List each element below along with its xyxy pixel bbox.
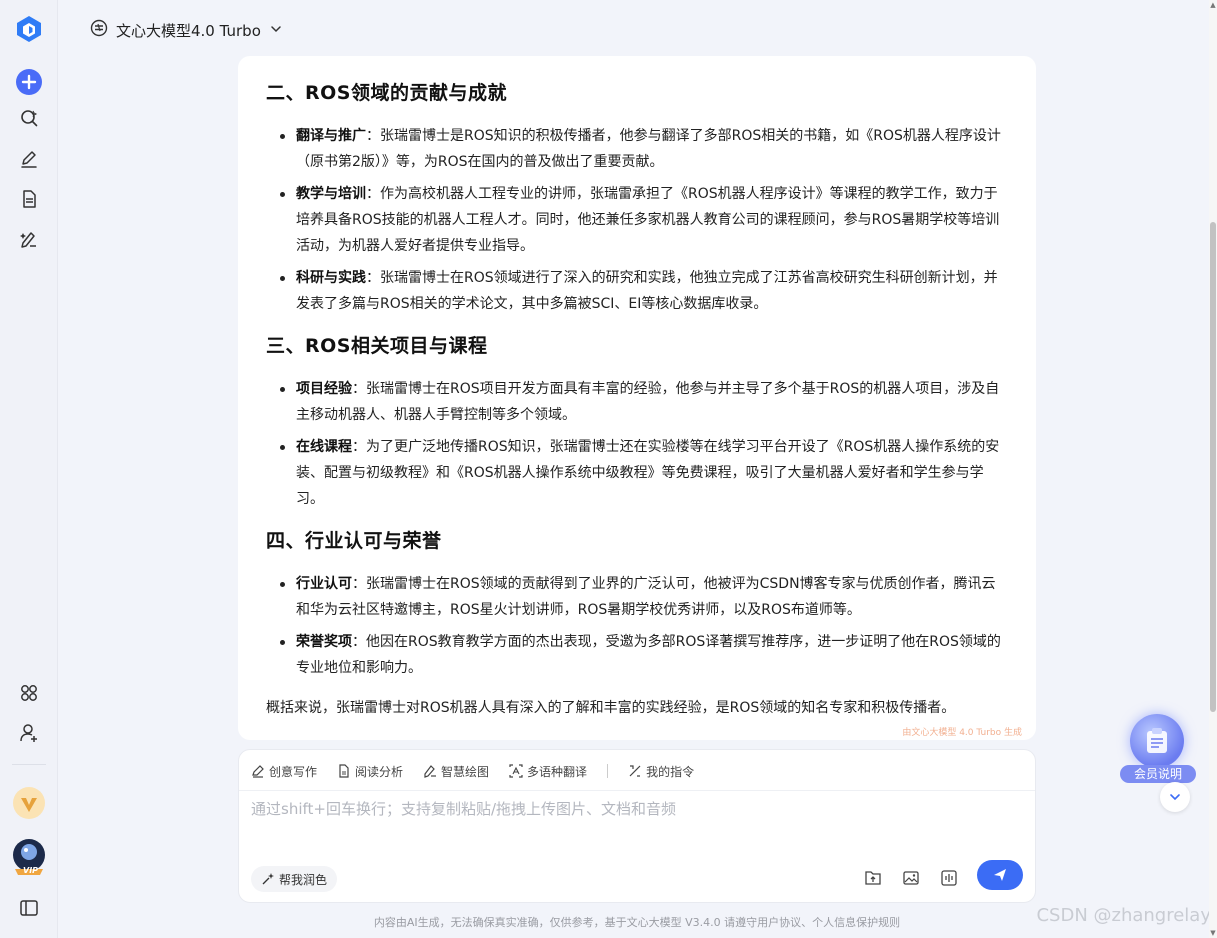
app-logo-icon[interactable] xyxy=(14,14,44,44)
translation-button[interactable]: 多语种翻译 xyxy=(509,763,587,780)
vip-icon[interactable] xyxy=(12,786,46,820)
add-user-icon[interactable] xyxy=(14,718,44,748)
section-recognition: 四、行业认可与荣誉 行业认可：张瑞雷博士在ROS领域的贡献得到了业界的广泛认可，… xyxy=(266,526,1008,681)
draw-icon[interactable] xyxy=(14,224,44,254)
left-rail: VIP xyxy=(0,0,58,938)
item-text: ：他因在ROS教育教学方面的杰出表现，受邀为多部ROS译著撰写推荐序，进一步证明… xyxy=(296,634,1001,676)
pen-icon xyxy=(252,765,264,778)
scroll-up-arrow[interactable]: ▲ xyxy=(1209,0,1217,10)
rail-divider xyxy=(12,764,46,765)
list-item: 在线课程：为了更广泛地传播ROS知识，张瑞雷博士还在实验楼等在线学习平台开设了《… xyxy=(266,434,1008,512)
member-info-widget[interactable]: 会员说明 xyxy=(1118,712,1198,784)
response-content: 二、ROS领域的贡献与成就 翻译与推广：张瑞雷博士是ROS知识的积极传播者，他参… xyxy=(238,56,1036,740)
model-name: 文心大模型4.0 Turbo xyxy=(116,21,261,40)
model-icon xyxy=(90,19,108,41)
sidebar-toggle-icon[interactable] xyxy=(14,893,44,923)
translate-icon xyxy=(509,764,523,778)
send-icon xyxy=(994,869,1006,881)
composer-toolbar: 创意写作 阅读分析 智慧绘图 多语种翻译 我的指令 xyxy=(251,760,694,782)
vip-badge: VIP xyxy=(23,866,39,875)
creative-writing-label: 创意写作 xyxy=(269,764,318,779)
scrollbar-thumb[interactable] xyxy=(1210,222,1216,712)
reading-analysis-label: 阅读分析 xyxy=(355,764,404,779)
translation-label: 多语种翻译 xyxy=(527,764,588,779)
section-heading: 二、ROS领域的贡献与成就 xyxy=(266,82,507,104)
document-icon[interactable] xyxy=(14,184,44,214)
item-term: 在线课程 xyxy=(296,439,352,455)
my-commands-button[interactable]: 我的指令 xyxy=(628,763,694,780)
list-item: 教学与培训：作为高校机器人工程专业的讲师，张瑞雷承担了《ROS机器人程序设计》等… xyxy=(266,181,1008,259)
list-item: 翻译与推广：张瑞雷博士是ROS知识的积极传播者，他参与翻译了多部ROS相关的书籍… xyxy=(266,123,1008,175)
list-item: 行业认可：张瑞雷博士在ROS领域的贡献得到了业界的广泛认可，他被评为CSDN博客… xyxy=(266,571,1008,623)
my-commands-label: 我的指令 xyxy=(646,764,695,779)
model-selector[interactable]: 文心大模型4.0 Turbo xyxy=(90,16,283,44)
avatar[interactable]: VIP xyxy=(10,838,48,876)
polish-label: 帮我润色 xyxy=(279,872,328,887)
scroll-down-arrow[interactable]: ▼ xyxy=(1209,928,1217,938)
generated-by-tag: 由文心大模型 4.0 Turbo 生成 xyxy=(902,728,1022,738)
item-term: 教学与培训 xyxy=(296,186,366,202)
item-term: 科研与实践 xyxy=(296,270,366,286)
document-icon xyxy=(339,764,349,778)
magic-wand-icon xyxy=(262,873,274,885)
reading-analysis-button[interactable]: 阅读分析 xyxy=(337,763,403,780)
item-text: ：张瑞雷博士在ROS领域进行了深入的研究和实践，他独立完成了江苏省高校研究生科研… xyxy=(296,270,998,312)
apps-icon[interactable] xyxy=(14,678,44,708)
item-text: ：为了更广泛地传播ROS知识，张瑞雷博士还在实验楼等在线学习平台开设了《ROS机… xyxy=(296,439,1000,507)
scroll-down-button[interactable] xyxy=(1160,782,1190,812)
search-icon[interactable] xyxy=(14,103,44,133)
watermark: CSDN @zhangrelay xyxy=(1036,905,1211,926)
image-icon[interactable] xyxy=(899,866,923,890)
list-item: 科研与实践：张瑞雷博士在ROS领域进行了深入的研究和实践，他独立完成了江苏省高校… xyxy=(266,265,1008,317)
polish-button[interactable]: 帮我润色 xyxy=(251,866,338,892)
send-button[interactable] xyxy=(977,860,1023,890)
clipboard-icon xyxy=(1130,714,1184,768)
section-projects: 三、ROS相关项目与课程 项目经验：张瑞雷博士在ROS项目开发方面具有丰富的经验… xyxy=(266,331,1008,512)
audio-icon[interactable] xyxy=(937,866,961,890)
chevron-down-icon xyxy=(1170,794,1180,801)
section-contributions: 二、ROS领域的贡献与成就 翻译与推广：张瑞雷博士是ROS知识的积极传播者，他参… xyxy=(266,78,1008,317)
chevron-down-icon xyxy=(269,21,283,40)
edit-icon[interactable] xyxy=(14,144,44,174)
summary-paragraph: 概括来说，张瑞雷博士对ROS机器人具有深入的了解和丰富的实践经验，是ROS领域的… xyxy=(266,700,956,716)
list-item: 项目经验：张瑞雷博士在ROS项目开发方面具有丰富的经验，他参与并主导了多个基于R… xyxy=(266,376,1008,428)
section-heading: 三、ROS相关项目与课程 xyxy=(266,335,488,357)
footer-disclaimer: 内容由AI生成，无法确保真实准确，仅供参考，基于文心大模型 V3.4.0 请遵守… xyxy=(373,916,901,929)
new-chat-icon[interactable] xyxy=(14,67,44,97)
draw-icon xyxy=(424,765,437,778)
item-text: ：张瑞雷博士在ROS领域的贡献得到了业界的广泛认可，他被评为CSDN博客专家与优… xyxy=(296,576,996,618)
upload-icon[interactable] xyxy=(861,866,885,890)
member-label: 会员说明 xyxy=(1120,765,1196,783)
creative-writing-button[interactable]: 创意写作 xyxy=(251,763,317,780)
item-term: 翻译与推广 xyxy=(296,128,366,144)
item-term: 项目经验 xyxy=(296,381,352,397)
item-text: ：张瑞雷博士在ROS项目开发方面具有丰富的经验，他参与并主导了多个基于ROS的机… xyxy=(296,381,1000,423)
section-heading: 四、行业认可与荣誉 xyxy=(266,530,442,552)
composer-divider xyxy=(239,790,1035,791)
item-term: 行业认可 xyxy=(296,576,352,592)
item-term: 荣誉奖项 xyxy=(296,634,352,650)
smart-drawing-label: 智慧绘图 xyxy=(441,764,490,779)
composer: 创意写作 阅读分析 智慧绘图 多语种翻译 我的指令 帮我润色 xyxy=(238,749,1036,903)
command-icon xyxy=(629,765,641,777)
list-item: 荣誉奖项：他因在ROS教育教学方面的杰出表现，受邀为多部ROS译著撰写推荐序，进… xyxy=(266,629,1008,681)
message-input[interactable] xyxy=(251,798,1021,848)
smart-drawing-button[interactable]: 智慧绘图 xyxy=(423,763,489,780)
toolbar-divider xyxy=(607,764,609,778)
item-text: ：张瑞雷博士是ROS知识的积极传播者，他参与翻译了多部ROS相关的书籍，如《RO… xyxy=(296,128,1001,170)
item-text: ：作为高校机器人工程专业的讲师，张瑞雷承担了《ROS机器人程序设计》等课程的教学… xyxy=(296,186,1000,254)
